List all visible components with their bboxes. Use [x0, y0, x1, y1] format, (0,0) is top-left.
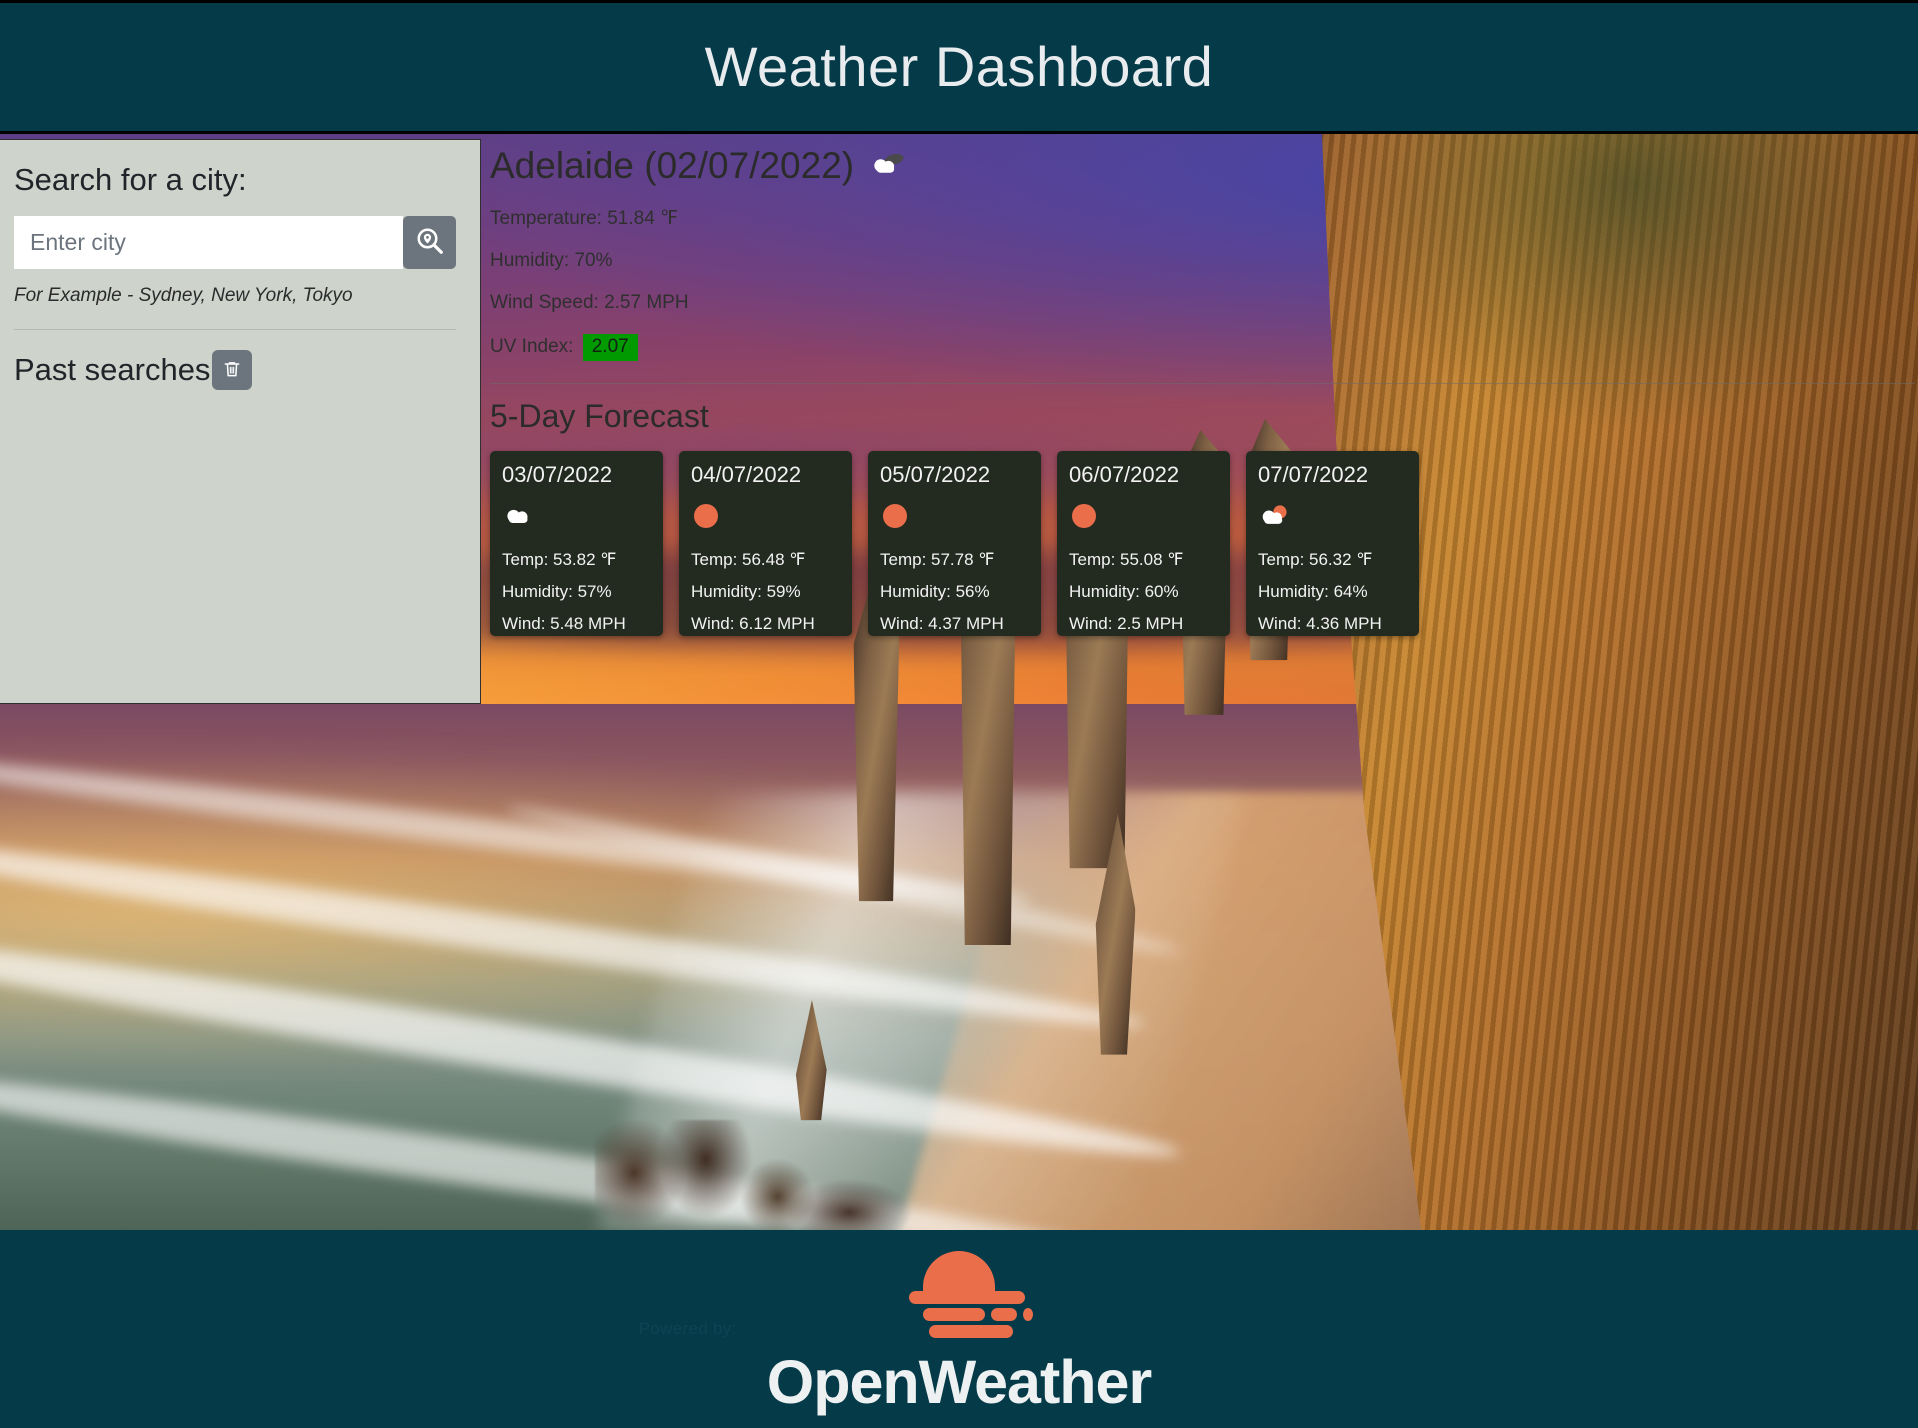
forecast-wind: Wind: 5.48 MPH [502, 614, 626, 633]
forecast-humidity: Humidity: 56% [880, 582, 990, 601]
forecast-humidity: Humidity: 59% [691, 582, 801, 601]
page-title: Weather Dashboard [704, 35, 1214, 98]
past-searches-row: Past searches [14, 350, 456, 390]
forecast-card: 05/07/2022 Temp: 57.78 ℉ Humidity: 56% W… [868, 451, 1041, 636]
forecast-humidity: Humidity: 57% [502, 582, 612, 601]
forecast-wind: Wind: 4.37 MPH [880, 614, 1004, 633]
site-footer: Powered by: OpenWeather [0, 1230, 1918, 1428]
forecast-temp: Temp: 56.48 ℉ [691, 550, 806, 569]
weather-dashboard-page: Weather Dashboard Search for a city: Ent… [0, 0, 1918, 1428]
forecast-humidity: Humidity: 60% [1069, 582, 1179, 601]
search-sidebar: Search for a city: For Example - Sydney,… [0, 139, 481, 704]
forecast-heading: 5-Day Forecast [490, 398, 709, 434]
search-input[interactable] [14, 216, 403, 269]
uv-index-label: UV Index: [490, 336, 574, 357]
broken-clouds-icon [868, 149, 906, 184]
weather-main-panel: Adelaide (02/07/2022) Temperature: 51.84… [481, 139, 1918, 1230]
sidebar-divider [14, 329, 456, 330]
forecast-date: 05/07/2022 [880, 462, 991, 487]
forecast-card: 04/07/2022 Temp: 56.48 ℉ Humidity: 59% W… [679, 451, 852, 636]
forecast-date: 06/07/2022 [1069, 462, 1180, 487]
forecast-wind: Wind: 2.5 MPH [1069, 614, 1184, 633]
current-humidity: Humidity: 70% [490, 250, 613, 271]
sun-icon [691, 494, 840, 538]
openweather-sun-icon [885, 1245, 1033, 1350]
forecast-date: 03/07/2022 [502, 462, 613, 487]
forecast-card: 07/07/2022 Temp: 56.32 ℉ Humidity: 64% W… [1246, 451, 1419, 636]
powered-by-label: Powered by: [638, 1319, 737, 1338]
section-divider [490, 383, 1915, 384]
sun-icon [880, 494, 1029, 538]
site-header: Weather Dashboard [0, 3, 1918, 131]
current-uv-index: UV Index: 2.07 [490, 334, 1918, 361]
forecast-date: 07/07/2022 [1258, 462, 1369, 487]
search-row [14, 216, 456, 269]
cloud-icon [502, 494, 651, 538]
forecast-card: 06/07/2022 Temp: 55.08 ℉ Humidity: 60% W… [1057, 451, 1230, 636]
clear-history-button[interactable] [212, 350, 253, 390]
forecast-card: 03/07/2022 Temp: 53.82 ℉ Humidity: 57% W… [490, 451, 663, 636]
current-temperature: Temperature: 51.84 ℉ [490, 208, 679, 229]
forecast-temp: Temp: 53.82 ℉ [502, 550, 617, 569]
past-searches-label: Past searches [14, 352, 211, 387]
footer-content: Powered by: OpenWeather [639, 1245, 1152, 1416]
current-wind-speed: Wind Speed: 2.57 MPH [490, 292, 689, 313]
uv-index-badge: 2.07 [582, 334, 638, 361]
openweather-logo: OpenWeather [766, 1245, 1152, 1416]
openweather-wordmark: OpenWeather [766, 1348, 1152, 1416]
forecast-humidity: Humidity: 64% [1258, 582, 1368, 601]
forecast-card-list: 03/07/2022 Temp: 53.82 ℉ Humidity: 57% W… [490, 451, 1918, 636]
current-city-and-date: Adelaide (02/07/2022) [490, 145, 855, 186]
search-location-icon [415, 226, 445, 259]
search-heading: Search for a city: [14, 162, 247, 197]
trash-icon [222, 359, 242, 382]
search-button[interactable] [403, 216, 456, 269]
sun-icon [1069, 494, 1218, 538]
forecast-temp: Temp: 55.08 ℉ [1069, 550, 1184, 569]
forecast-date: 04/07/2022 [691, 462, 802, 487]
forecast-wind: Wind: 4.36 MPH [1258, 614, 1382, 633]
sun-cloud-icon [1258, 494, 1407, 538]
current-weather-heading: Adelaide (02/07/2022) [490, 145, 1918, 187]
forecast-temp: Temp: 57.78 ℉ [880, 550, 995, 569]
forecast-temp: Temp: 56.32 ℉ [1258, 550, 1373, 569]
forecast-wind: Wind: 6.12 MPH [691, 614, 815, 633]
search-hint: For Example - Sydney, New York, Tokyo [14, 285, 353, 306]
